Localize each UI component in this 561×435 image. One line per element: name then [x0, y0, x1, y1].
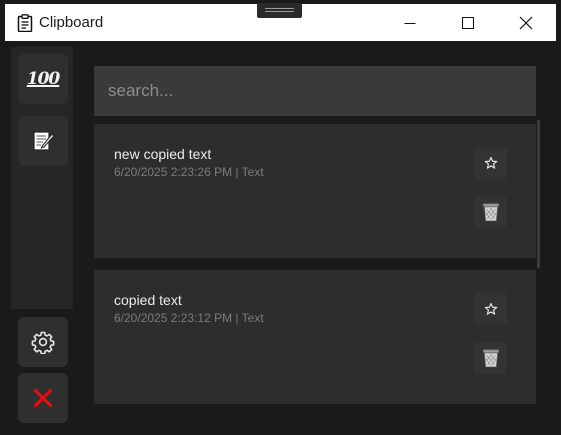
maximize-icon: [462, 16, 474, 29]
memo-pencil-icon: [33, 131, 55, 151]
item-timestamp: 6/20/2025 2:23:12 PM | Text: [114, 311, 264, 325]
close-icon: [519, 16, 533, 29]
star-icon: [484, 156, 497, 169]
maximize-button[interactable]: [445, 4, 491, 41]
favorite-button[interactable]: [474, 293, 507, 325]
hundred-points-button[interactable]: 100: [18, 54, 68, 104]
item-text: copied text: [114, 292, 182, 308]
settings-button[interactable]: [18, 317, 68, 367]
item-text: new copied text: [114, 146, 212, 162]
clipboard-item[interactable]: new copied text 6/20/2025 2:23:26 PM | T…: [94, 124, 536, 258]
gear-icon: [31, 331, 55, 354]
item-timestamp: 6/20/2025 2:23:26 PM | Text: [114, 165, 264, 179]
clipboard-item[interactable]: copied text 6/20/2025 2:23:12 PM | Text: [94, 270, 536, 404]
list-scrollbar[interactable]: [537, 120, 540, 268]
notes-button[interactable]: [18, 116, 68, 166]
delete-button[interactable]: [474, 342, 507, 374]
wastebasket-icon: [482, 203, 499, 222]
drag-handle[interactable]: [257, 3, 302, 18]
favorite-button[interactable]: [474, 147, 507, 179]
clipboard-list: new copied text 6/20/2025 2:23:26 PM | T…: [94, 124, 536, 410]
exit-button[interactable]: [18, 373, 68, 423]
wastebasket-icon: [482, 349, 499, 368]
window-title: Clipboard: [39, 14, 104, 31]
red-x-icon: [33, 388, 53, 408]
star-icon: [484, 302, 497, 315]
close-button[interactable]: [503, 4, 549, 41]
search-input[interactable]: [94, 66, 536, 116]
clipboard-icon: [17, 14, 33, 32]
minimize-button[interactable]: [387, 4, 433, 41]
delete-button[interactable]: [474, 196, 507, 228]
minimize-icon: [404, 22, 416, 24]
hundred-points-icon: 100: [26, 69, 60, 89]
clipboard-window: Clipboard 100 search... new copied text …: [0, 0, 561, 435]
